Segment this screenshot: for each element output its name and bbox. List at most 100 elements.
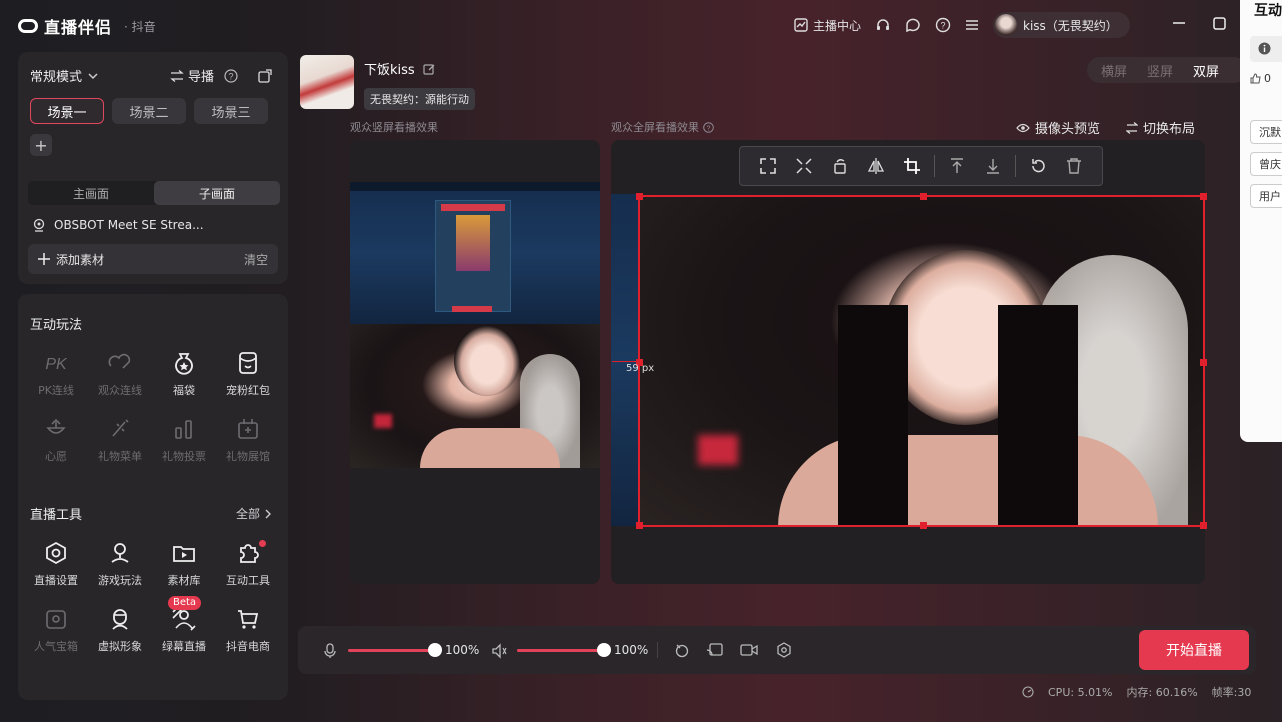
pk-icon: PK (45, 356, 68, 373)
gift-menu-item[interactable]: 礼物菜单 (88, 416, 152, 464)
green-screen-item[interactable]: Beta 绿幕直播 (152, 596, 216, 654)
info-icon[interactable] (1258, 42, 1271, 55)
start-live-button[interactable]: 开始直播 (1139, 630, 1249, 670)
all-tools-link[interactable]: 全部 (236, 505, 272, 522)
gift-menu-icon (112, 419, 129, 437)
resize-handle-b[interactable] (920, 522, 927, 529)
popularity-box-item[interactable]: 人气宝箱 (24, 606, 88, 654)
resize-handle-t[interactable] (920, 193, 927, 200)
move-bottom-icon[interactable] (975, 157, 1011, 175)
ecommerce-item[interactable]: 抖音电商 (216, 606, 280, 654)
app-logo: 直播伴侣 · 抖音 (18, 14, 156, 38)
divider (657, 642, 658, 658)
flip-icon[interactable] (858, 157, 894, 175)
add-material-button[interactable]: 添加素材 (38, 251, 104, 268)
maximize-icon[interactable] (1210, 14, 1228, 32)
app-title: 直播伴侣 (44, 18, 113, 37)
mic-slider-knob[interactable] (428, 643, 442, 657)
microphone-icon[interactable] (324, 643, 336, 659)
chart-icon (794, 18, 808, 32)
fullscreen-icon[interactable] (750, 157, 786, 175)
scene-tabs: 场景一 场景二 场景三 (30, 98, 268, 124)
mic-slider-track[interactable] (348, 649, 434, 652)
message-icon[interactable] (905, 17, 921, 33)
scene-tab-2[interactable]: 场景二 (112, 98, 186, 124)
speaker-slider-track[interactable] (517, 649, 603, 652)
logo-icon (18, 19, 38, 33)
selection-box[interactable] (636, 193, 1207, 529)
svg-text:?: ? (229, 71, 234, 81)
help-icon[interactable]: ? (935, 17, 951, 33)
user-menu[interactable]: kiss（无畏契约） (993, 12, 1130, 38)
orientation-portrait[interactable]: 竖屏 (1147, 61, 1173, 80)
switch-layout-button[interactable]: 切换布局 (1126, 118, 1195, 137)
pk-link-item[interactable]: PK PK连线 (24, 350, 88, 398)
effects-icon[interactable] (674, 642, 690, 658)
virtual-avatar-item[interactable]: 虚拟形象 (88, 606, 152, 654)
face-shape (454, 326, 520, 396)
camera-icon[interactable] (740, 642, 758, 658)
resize-handle-tr[interactable] (1200, 193, 1207, 200)
performance-icon[interactable] (1022, 686, 1034, 698)
headset-icon[interactable] (875, 17, 891, 33)
resize-handle-bl[interactable] (636, 522, 643, 529)
rotate-icon[interactable] (822, 157, 858, 175)
interactive-tools-item[interactable]: 互动工具 (216, 540, 280, 588)
vertical-preview[interactable] (350, 140, 600, 584)
move-top-icon[interactable] (939, 157, 975, 175)
resize-handle-br[interactable] (1200, 522, 1207, 529)
ecommerce-icon (238, 610, 259, 629)
side-button-1[interactable]: 沉默 (1250, 120, 1282, 144)
audience-link-item[interactable]: 观众连线 (88, 350, 152, 398)
help-icon[interactable]: ? (224, 68, 238, 83)
mode-select[interactable]: 常规模式 (30, 66, 98, 85)
live-settings-icon (46, 541, 66, 565)
menu-icon[interactable] (965, 18, 979, 32)
gift-vote-item[interactable]: 礼物投票 (152, 416, 216, 464)
wish-item[interactable]: 心愿 (24, 416, 88, 464)
settings-icon[interactable] (776, 642, 792, 658)
clear-button[interactable]: 清空 (244, 251, 268, 268)
side-button-2[interactable]: 曾庆 (1250, 152, 1282, 176)
delete-icon[interactable] (1056, 157, 1092, 175)
source-name: OBSBOT Meet SE Strea... (54, 218, 204, 232)
material-library-item[interactable]: 素材库 (152, 540, 216, 588)
speaker-slider-knob[interactable] (597, 643, 611, 657)
speaker-icon[interactable] (492, 643, 508, 659)
popout-icon[interactable] (258, 68, 272, 83)
gift-hall-item[interactable]: 礼物展馆 (216, 416, 280, 464)
red-light (374, 414, 392, 428)
help-icon[interactable]: ? (703, 121, 714, 133)
red-packet-item[interactable]: 宠粉红包 (216, 350, 280, 398)
fullscreen-preview-label: 观众全屏看播效果 (611, 121, 699, 134)
lucky-bag-item[interactable]: 福袋 (152, 350, 216, 398)
mic-volume: 100% (445, 643, 480, 657)
screen-cast-icon[interactable] (706, 642, 724, 658)
resize-handle-tl[interactable] (636, 193, 643, 200)
category-tag[interactable]: 无畏契约：源能行动 (364, 88, 475, 110)
crop-icon[interactable] (894, 157, 930, 175)
edit-icon[interactable] (423, 63, 435, 75)
fit-icon[interactable] (786, 157, 822, 175)
tab-sub-canvas[interactable]: 子画面 (154, 181, 280, 205)
add-scene-button[interactable]: + (30, 134, 52, 156)
tools-grid: 直播设置 游戏玩法 素材库 互动工具 人气宝箱 虚拟形象 Beta 绿幕直播 抖… (24, 540, 280, 654)
reset-icon[interactable] (1020, 157, 1056, 175)
resize-handle-r[interactable] (1200, 359, 1207, 366)
source-item[interactable]: OBSBOT Meet SE Strea... (32, 218, 204, 232)
anchor-center-link[interactable]: 主播中心 (794, 17, 861, 34)
orientation-dual[interactable]: 双屏 (1193, 61, 1219, 80)
side-button-3[interactable]: 用户 (1250, 184, 1282, 208)
bottom-controls: 100% 100% (298, 626, 1256, 674)
streamer-avatar[interactable] (300, 55, 354, 109)
tab-main-canvas[interactable]: 主画面 (28, 181, 154, 205)
minimize-icon[interactable] (1170, 14, 1188, 32)
camera-preview-button[interactable]: 摄像头预览 (1016, 118, 1100, 137)
orientation-landscape[interactable]: 横屏 (1101, 61, 1127, 80)
guide-button[interactable]: 导播 (170, 66, 214, 85)
scene-tab-3[interactable]: 场景三 (194, 98, 268, 124)
camera-preview-label: 摄像头预览 (1035, 122, 1101, 137)
live-settings-item[interactable]: 直播设置 (24, 540, 88, 588)
scene-tab-1[interactable]: 场景一 (30, 98, 104, 124)
game-play-item[interactable]: 游戏玩法 (88, 540, 152, 588)
